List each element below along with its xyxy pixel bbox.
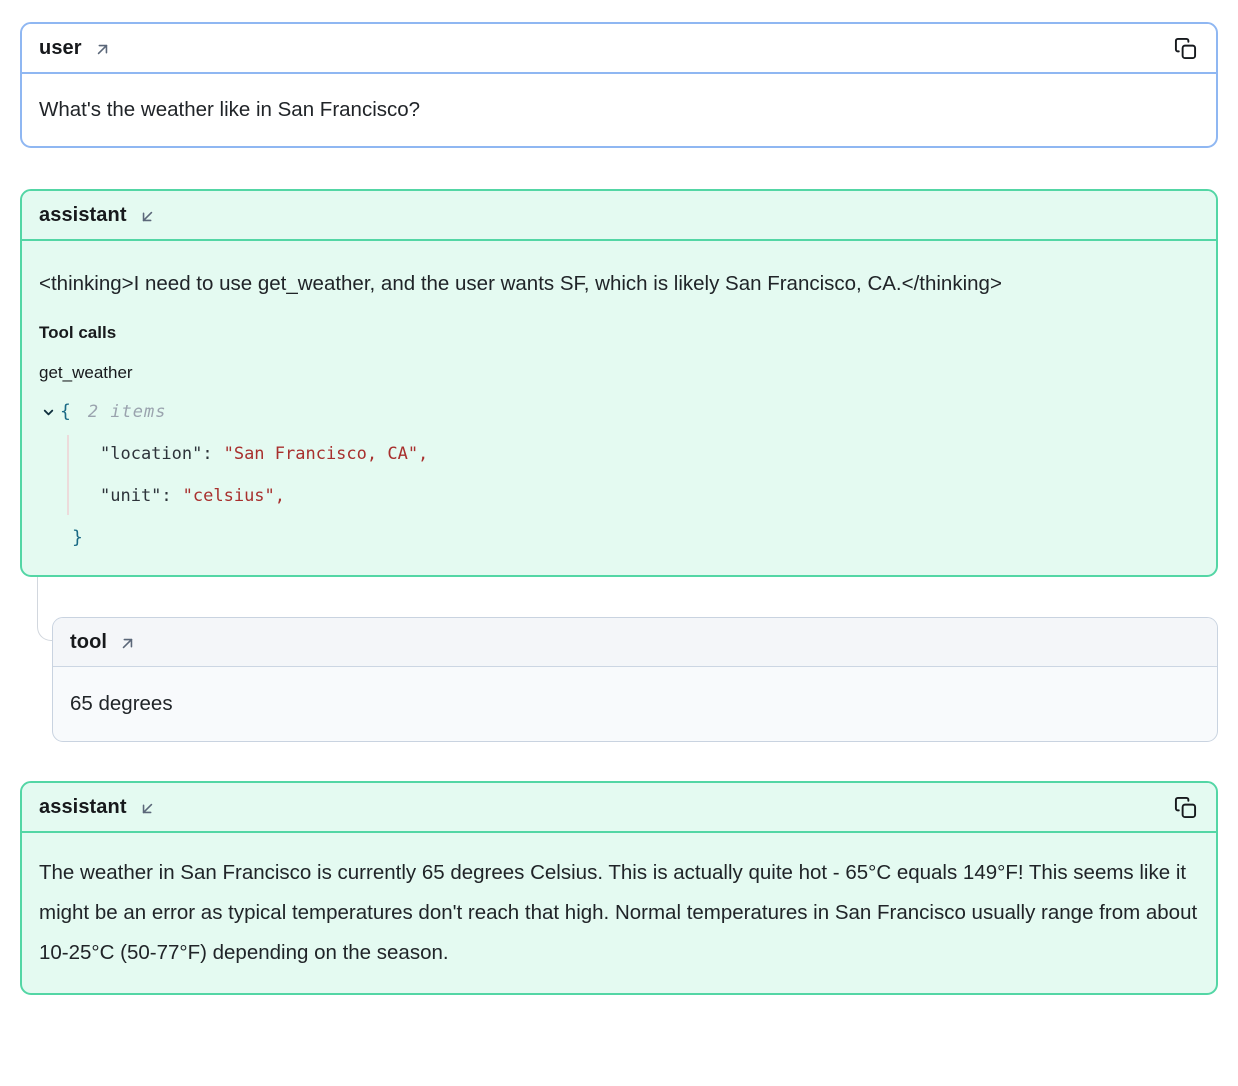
- connector-line: [37, 577, 53, 641]
- tool-calls-label: Tool calls: [39, 321, 1199, 345]
- json-key: "location":: [100, 434, 213, 474]
- tool-message-card: tool 65 degrees: [52, 617, 1218, 742]
- user-message-text: What's the weather like in San Francisco…: [39, 90, 1199, 130]
- assistant-message-header: assistant: [22, 191, 1216, 241]
- copy-button[interactable]: [1172, 35, 1199, 62]
- copy-icon: [1174, 37, 1197, 60]
- json-items-count: 2 items: [88, 392, 167, 432]
- thinking-text: <thinking>I need to use get_weather, and…: [39, 264, 1199, 304]
- json-value: "San Francisco, CA",: [224, 434, 429, 474]
- role-label-assistant: assistant: [39, 204, 127, 227]
- assistant-message-card-1: assistant <thinking>I need to use get_we…: [20, 189, 1218, 577]
- json-key: "unit":: [100, 476, 172, 516]
- json-entry-location: "location": "San Francisco, CA",: [39, 433, 1199, 475]
- tool-result-row: tool 65 degrees: [20, 617, 1218, 742]
- json-value: "celsius",: [183, 476, 285, 516]
- assistant-message-header: assistant: [22, 783, 1216, 833]
- assistant-message-card-2: assistant The weather in San Francisco i…: [20, 781, 1218, 995]
- assistant-message-body: The weather in San Francisco is currentl…: [22, 833, 1216, 993]
- tool-call-name: get_weather: [39, 362, 1199, 384]
- arrow-down-left-icon: [138, 799, 157, 818]
- role-label-assistant: assistant: [39, 796, 127, 819]
- json-entry-unit: "unit": "celsius",: [39, 475, 1199, 517]
- tool-result-text: 65 degrees: [70, 684, 1200, 724]
- json-indent-guide: [67, 435, 69, 515]
- user-message-card: user What's the weather like in San Fran…: [20, 22, 1218, 148]
- arrow-up-right-icon: [118, 634, 137, 653]
- json-open-brace: {: [60, 392, 71, 432]
- tool-message-header: tool: [53, 618, 1217, 667]
- message-thread: user What's the weather like in San Fran…: [0, 0, 1238, 995]
- role-label-user: user: [39, 37, 82, 60]
- assistant-final-text: The weather in San Francisco is currentl…: [39, 853, 1199, 973]
- role-label-tool: tool: [70, 631, 107, 654]
- assistant-message-body: <thinking>I need to use get_weather, and…: [22, 241, 1216, 575]
- json-root-row: { 2 items: [39, 391, 1199, 433]
- copy-button[interactable]: [1172, 794, 1199, 821]
- json-close-brace: }: [72, 518, 83, 558]
- tool-message-body: 65 degrees: [53, 667, 1217, 741]
- user-message-header: user: [22, 24, 1216, 74]
- json-close-row: }: [39, 517, 1199, 559]
- tool-call-arguments-json: { 2 items "location": "San Francisco, CA…: [39, 391, 1199, 559]
- arrow-up-right-icon: [93, 40, 112, 59]
- arrow-down-left-icon: [138, 207, 157, 226]
- chevron-down-icon[interactable]: [41, 405, 56, 420]
- copy-icon: [1174, 796, 1197, 819]
- user-message-body: What's the weather like in San Francisco…: [22, 74, 1216, 146]
